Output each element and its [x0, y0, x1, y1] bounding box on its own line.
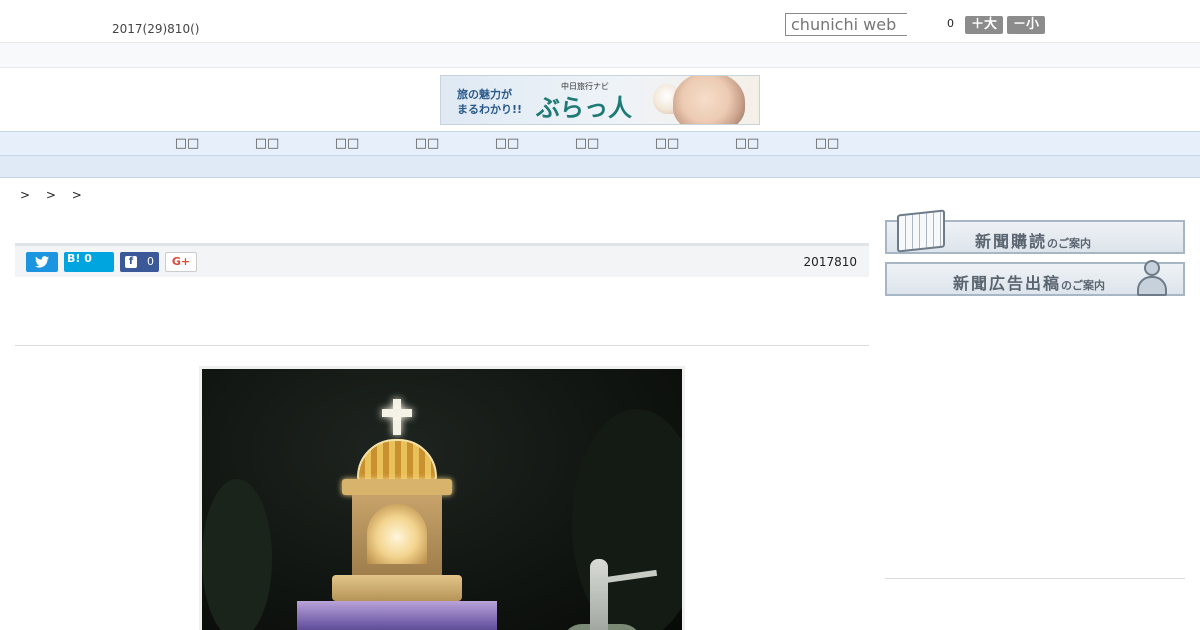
font-size-small-button[interactable]: －小: [1007, 16, 1045, 34]
tree-silhouette-left: [202, 479, 272, 630]
nav-item-2[interactable]: □□: [247, 136, 287, 151]
header-count: 0: [947, 17, 954, 30]
person-head: [1144, 260, 1160, 276]
nav-item-8[interactable]: □□: [727, 136, 767, 151]
advertising-main-label: 新聞広告出稿: [953, 274, 1062, 293]
sub-header-band: [0, 43, 1200, 68]
advertising-text: 新聞広告出稿のご案内: [953, 270, 1105, 294]
nav-item-7[interactable]: □□: [647, 136, 687, 151]
banner-line1: 旅の魅力が: [457, 88, 512, 101]
banner-logo: ぶらっ人: [536, 93, 632, 122]
cross-vertical: [393, 399, 401, 435]
top-bar: 2017(29)810() 0 ＋大 －小: [0, 0, 1200, 43]
global-nav: □□ □□ □□ □□ □□ □□ □□ □□ □□: [0, 131, 1200, 156]
font-size-large-button[interactable]: ＋大: [965, 16, 1003, 34]
nav-item-6[interactable]: □□: [567, 136, 607, 151]
header-date: 2017(29)810(): [112, 22, 200, 36]
person-torso: [1137, 276, 1167, 296]
banner-line2: まるわかり!!: [457, 103, 523, 116]
advertising-small-label: のご案内: [1061, 279, 1106, 292]
nav-item-1[interactable]: □□: [167, 136, 207, 151]
nav-item-3[interactable]: □□: [327, 136, 367, 151]
breadcrumb[interactable]: > > >: [20, 188, 88, 202]
article-date: 2017810: [803, 255, 857, 269]
facebook-icon: f: [125, 256, 137, 268]
tower-dome: [357, 439, 437, 481]
newspaper-advertising-button[interactable]: 新聞広告出稿のご案内: [885, 260, 1185, 298]
person-icon: [1135, 260, 1169, 298]
article-divider: [15, 345, 869, 346]
google-plus-button[interactable]: G+: [165, 252, 197, 272]
nav-item-5[interactable]: □□: [487, 136, 527, 151]
subscription-small-label: のご案内: [1047, 237, 1092, 250]
subscription-main-label: 新聞購読: [975, 232, 1048, 251]
banner-model-image: [673, 76, 745, 124]
tower-arch-light: [367, 504, 427, 564]
hatena-bookmark-button[interactable]: B! 0: [64, 252, 114, 272]
night-tower-scene: [202, 369, 682, 630]
subscription-text: 新聞購読のご案内: [975, 228, 1091, 252]
sub-nav-band: [0, 156, 1200, 178]
hatena-label: B!: [67, 252, 81, 265]
nav-item-4[interactable]: □□: [407, 136, 447, 151]
sidebar-divider: [885, 578, 1185, 579]
tree-silhouette-right: [572, 409, 682, 630]
statue-figure: [590, 559, 608, 630]
newspaper-book-icon: [897, 209, 945, 253]
twitter-bird-icon: [35, 256, 49, 268]
share-bar: B! 0 f 0 G+ 2017810: [15, 243, 869, 277]
tower-platform: [297, 601, 497, 630]
cross-horizontal: [382, 409, 412, 417]
hatena-count: 0: [84, 252, 92, 265]
travel-banner-ad[interactable]: 旅の魅力が まるわかり!! 中日旅行ナビ ぶらっ人: [440, 75, 760, 125]
search-input[interactable]: [785, 13, 907, 36]
article-photo[interactable]: [199, 366, 685, 630]
tower-base: [332, 575, 462, 601]
newspaper-subscription-button[interactable]: 新聞購読のご案内: [885, 209, 1185, 254]
nav-item-9[interactable]: □□: [807, 136, 847, 151]
tower-ring: [342, 479, 452, 495]
facebook-count: 0: [147, 255, 154, 268]
facebook-share-button[interactable]: f 0: [120, 252, 159, 272]
twitter-share-button[interactable]: [26, 252, 58, 272]
